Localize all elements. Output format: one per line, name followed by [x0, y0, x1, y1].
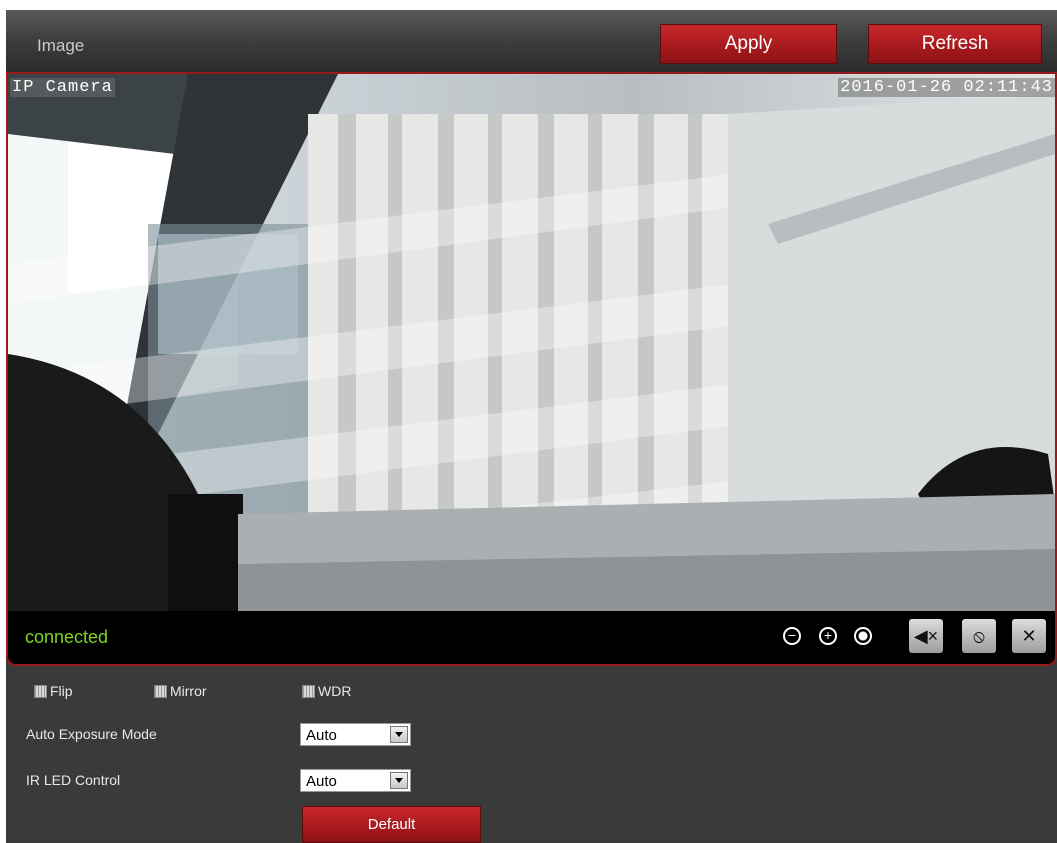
wdr-checkbox-box[interactable]	[302, 684, 315, 698]
camera-video-feed[interactable]: IP Camera 2016-01-26 02:11:43	[8, 74, 1055, 611]
image-settings-panel: Flip Mirror WDR Auto Exposure Mode Auto …	[6, 666, 1057, 843]
zoom-in-icon[interactable]: +	[819, 627, 837, 645]
mute-icon[interactable]: ◀×	[909, 619, 943, 653]
mirror-checkbox[interactable]: Mirror	[154, 683, 207, 699]
flip-checkbox-box[interactable]	[34, 684, 47, 698]
apply-button[interactable]: Apply	[660, 24, 837, 64]
ir-led-value: Auto	[306, 773, 337, 790]
image-settings-window: Image Apply Refresh IP Camera 2016-01-26…	[6, 10, 1057, 843]
flip-checkbox[interactable]: Flip	[34, 683, 73, 699]
auto-exposure-label: Auto Exposure Mode	[26, 726, 157, 742]
mirror-label: Mirror	[170, 683, 207, 699]
mic-off-icon[interactable]: ⦸	[962, 619, 996, 653]
mirror-checkbox-box[interactable]	[154, 684, 167, 698]
wdr-checkbox[interactable]: WDR	[302, 683, 351, 699]
chevron-down-icon[interactable]	[390, 772, 408, 789]
default-button[interactable]: Default	[302, 806, 481, 843]
auto-exposure-select[interactable]: Auto	[300, 723, 411, 746]
page-title: Image	[37, 36, 85, 55]
refresh-button[interactable]: Refresh	[868, 24, 1042, 64]
osd-camera-name: IP Camera	[10, 78, 115, 97]
camera-scene-image	[8, 74, 1055, 611]
ir-led-label: IR LED Control	[26, 772, 121, 788]
connection-status: connected	[25, 627, 109, 647]
wdr-label: WDR	[318, 683, 352, 699]
video-panel: IP Camera 2016-01-26 02:11:43 connected …	[6, 72, 1057, 666]
auto-exposure-value: Auto	[306, 727, 337, 744]
video-status-bar: connected − + ◀× ⦸ ✕	[8, 611, 1055, 664]
ir-led-select[interactable]: Auto	[300, 769, 411, 792]
header-bar: Image Apply Refresh	[6, 10, 1057, 72]
record-icon[interactable]	[854, 627, 872, 645]
flip-label: Flip	[50, 683, 73, 699]
settings-tools-icon[interactable]: ✕	[1012, 619, 1046, 653]
chevron-down-icon[interactable]	[390, 726, 408, 743]
zoom-out-icon[interactable]: −	[783, 627, 801, 645]
osd-timestamp: 2016-01-26 02:11:43	[838, 78, 1055, 97]
